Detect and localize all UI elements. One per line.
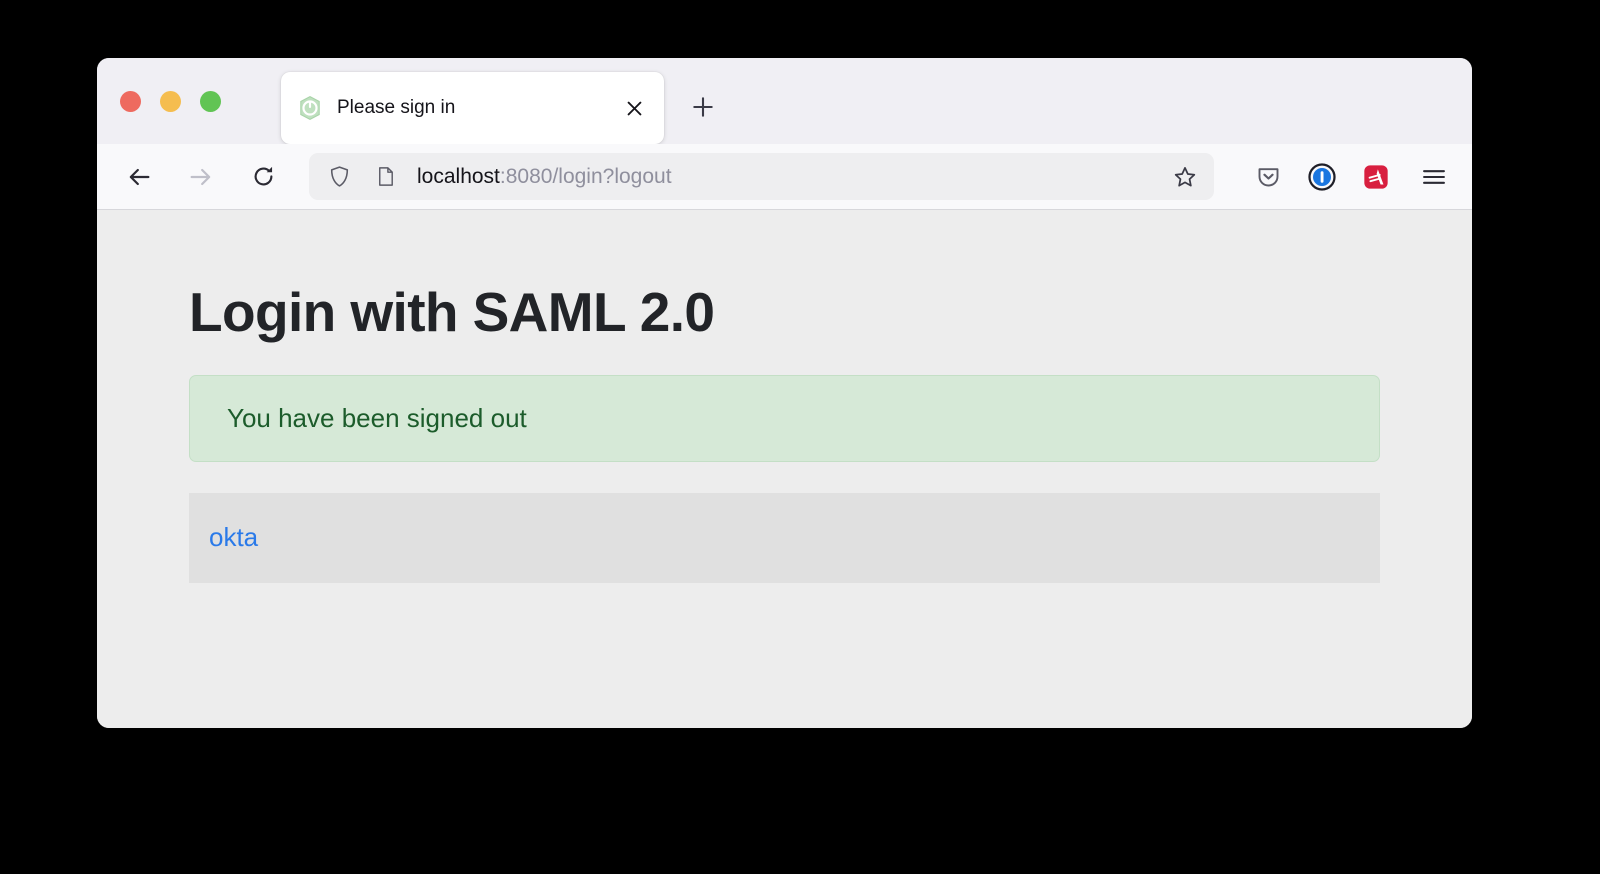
- tracking-protection-shield-icon[interactable]: [327, 164, 352, 189]
- browser-toolbar: localhost:8080/login?logout: [97, 144, 1472, 210]
- window-minimize-button[interactable]: [160, 90, 181, 112]
- reload-button[interactable]: [243, 157, 283, 197]
- alert-message: You have been signed out: [227, 402, 527, 433]
- tab-title: Please sign in: [337, 97, 456, 118]
- window-close-button[interactable]: [120, 90, 141, 112]
- tab-close-icon[interactable]: [618, 92, 650, 124]
- bookmark-star-button[interactable]: [1166, 158, 1204, 196]
- close-icon: [627, 101, 641, 115]
- pocket-icon: [1258, 168, 1278, 187]
- browser-window: Please sign in localhost:8080/login?logo…: [97, 58, 1472, 728]
- signed-out-alert: You have been signed out: [189, 374, 1380, 462]
- 1password-extension-button[interactable]: [1302, 157, 1342, 197]
- url-host: localhost: [417, 164, 500, 188]
- 1password-icon: [1308, 162, 1336, 191]
- forward-button[interactable]: [181, 157, 221, 197]
- shield-icon: [330, 166, 349, 187]
- browser-tab-active[interactable]: Please sign in: [281, 72, 664, 144]
- back-arrow-icon: [129, 168, 150, 185]
- adobe-acrobat-icon: [1364, 164, 1388, 189]
- page-content: Login with SAML 2.0 You have been signed…: [97, 210, 1472, 728]
- tab-strip: Please sign in: [97, 58, 1472, 144]
- browser-menu-button[interactable]: [1414, 157, 1454, 197]
- reload-icon: [254, 166, 272, 186]
- provider-link-okta[interactable]: okta: [209, 522, 258, 553]
- plus-icon: [693, 97, 713, 117]
- page-document-icon[interactable]: [374, 165, 397, 188]
- back-button[interactable]: [119, 157, 159, 197]
- document-icon: [379, 167, 393, 186]
- identity-provider-panel: okta: [189, 492, 1380, 583]
- star-outline-icon: [1174, 166, 1196, 187]
- hamburger-menu-icon: [1423, 169, 1445, 184]
- window-traffic-lights: [120, 90, 221, 112]
- page-title: Login with SAML 2.0: [189, 281, 715, 343]
- url-text: localhost:8080/login?logout: [417, 165, 1166, 189]
- url-path: :8080/login?logout: [499, 164, 672, 188]
- spring-boot-leaf-icon: [300, 96, 320, 120]
- forward-arrow-icon: [190, 168, 211, 185]
- new-tab-button[interactable]: [682, 86, 724, 128]
- pocket-extension-button[interactable]: [1248, 157, 1288, 197]
- url-bar[interactable]: localhost:8080/login?logout: [309, 153, 1214, 200]
- adobe-acrobat-extension-button[interactable]: [1356, 157, 1396, 197]
- window-maximize-button[interactable]: [200, 90, 221, 112]
